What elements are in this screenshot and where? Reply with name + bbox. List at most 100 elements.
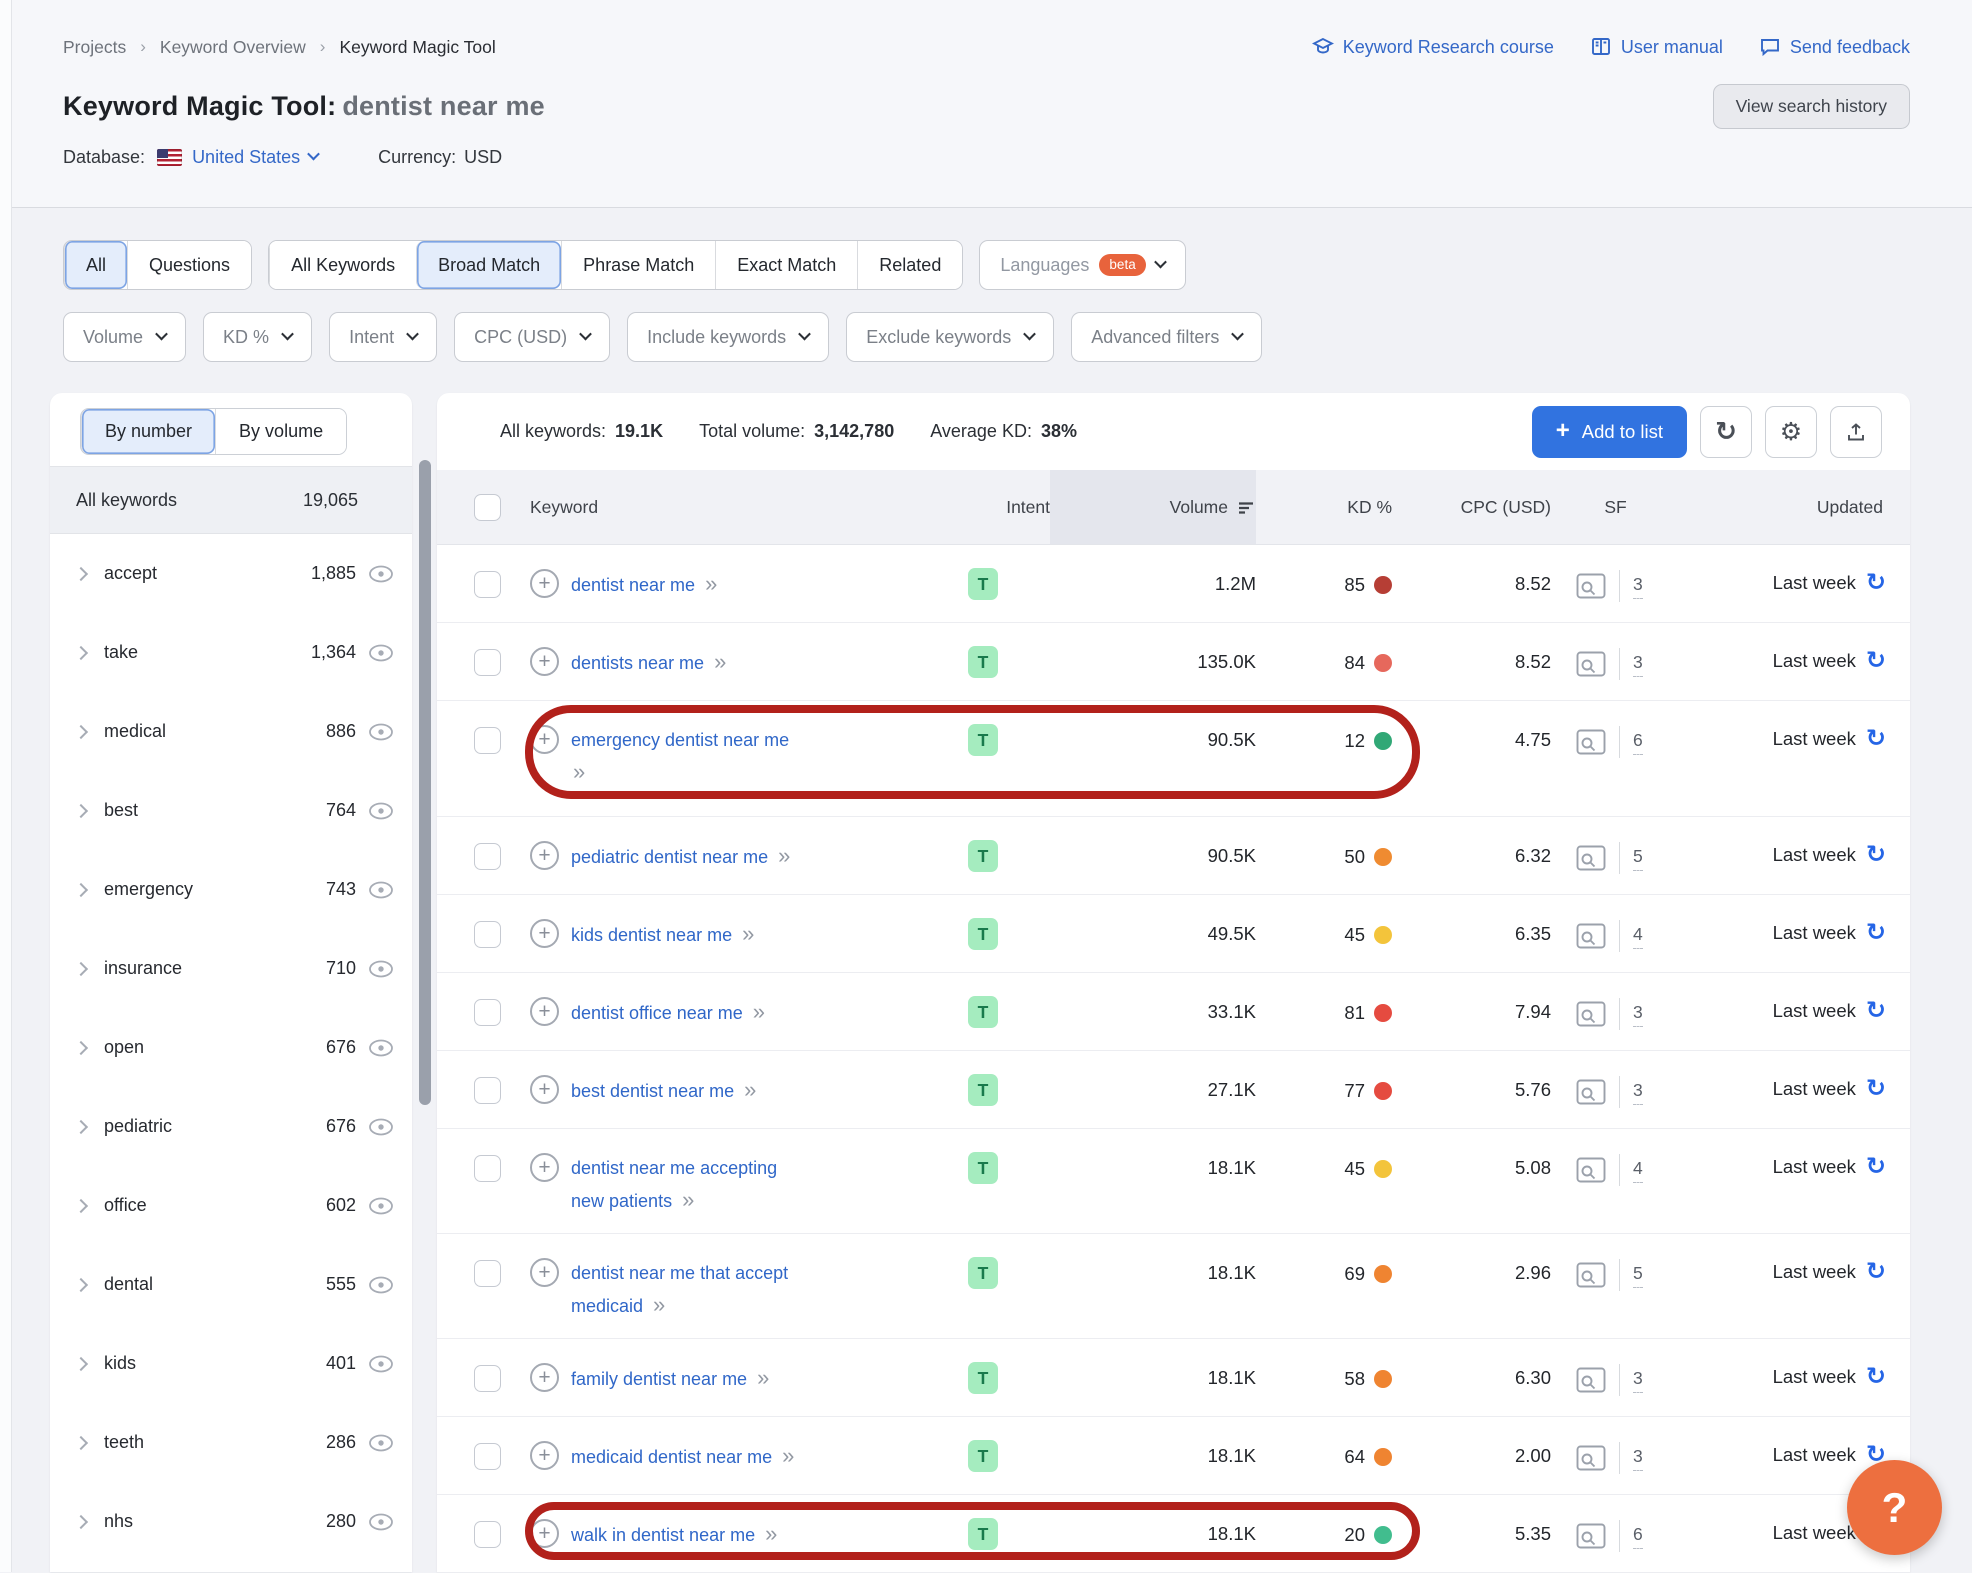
column-header-keyword[interactable]: Keyword [530, 497, 960, 518]
help-button[interactable]: ? [1847, 1460, 1942, 1555]
refresh-metrics-icon[interactable]: ↻ [1866, 1154, 1886, 1178]
keyword-group-item[interactable]: take 1,364 [50, 613, 412, 692]
sf-count[interactable]: 6 [1633, 1524, 1643, 1549]
expand-keyword-icon[interactable]: » [682, 1187, 694, 1212]
add-keyword-icon[interactable]: + [530, 1258, 559, 1287]
keyword-link[interactable]: medicaid dentist near me [571, 1447, 772, 1467]
add-keyword-icon[interactable]: + [530, 725, 559, 754]
row-checkbox[interactable] [474, 843, 501, 870]
serp-features-icon[interactable] [1576, 1262, 1606, 1288]
sf-count[interactable]: 5 [1633, 846, 1643, 871]
filter-dropdown[interactable]: Volume [63, 312, 187, 362]
eye-icon[interactable] [368, 1276, 394, 1294]
eye-icon[interactable] [368, 723, 394, 741]
sf-count[interactable]: 3 [1633, 652, 1643, 677]
refresh-metrics-icon[interactable]: ↻ [1866, 726, 1886, 750]
serp-features-icon[interactable] [1576, 923, 1606, 949]
row-checkbox[interactable] [474, 1365, 501, 1392]
send-feedback-link[interactable]: Send feedback [1759, 36, 1910, 58]
keyword-link[interactable]: emergency dentist near me [571, 730, 789, 750]
filter-dropdown[interactable]: Intent [329, 312, 438, 362]
expand-keyword-icon[interactable]: » [653, 1292, 665, 1317]
filter-dropdown[interactable]: CPC (USD) [454, 312, 611, 362]
serp-features-icon[interactable] [1576, 1523, 1606, 1549]
serp-features-icon[interactable] [1576, 1445, 1606, 1471]
question-filter-tab[interactable]: All [64, 241, 128, 289]
add-keyword-icon[interactable]: + [530, 1519, 559, 1548]
add-to-list-button[interactable]: + Add to list [1531, 405, 1687, 458]
keyword-link[interactable]: best dentist near me [571, 1081, 734, 1101]
sf-count[interactable]: 6 [1633, 730, 1643, 755]
sidebar-scrollbar[interactable] [419, 460, 431, 1105]
match-type-tab[interactable]: Exact Match [715, 241, 858, 289]
keyword-link[interactable]: kids dentist near me [571, 925, 732, 945]
row-checkbox[interactable] [474, 571, 501, 598]
serp-features-icon[interactable] [1576, 1157, 1606, 1183]
eye-icon[interactable] [368, 802, 394, 820]
keyword-link[interactable]: dentist near me [571, 575, 695, 595]
keyword-link[interactable]: pediatric dentist near me [571, 847, 768, 867]
keyword-group-item[interactable]: emergency 743 [50, 850, 412, 929]
view-search-history-button[interactable]: View search history [1712, 84, 1910, 129]
row-checkbox[interactable] [474, 1260, 501, 1287]
column-header-sf[interactable]: SF [1551, 497, 1680, 518]
eye-icon[interactable] [368, 881, 394, 899]
add-keyword-icon[interactable]: + [530, 1153, 559, 1182]
eye-icon[interactable] [368, 960, 394, 978]
keyword-group-item[interactable]: insurance 710 [50, 929, 412, 1008]
sf-count[interactable]: 5 [1633, 1263, 1643, 1288]
eye-icon[interactable] [368, 1355, 394, 1373]
keyword-group-item[interactable]: dental 555 [50, 1245, 412, 1324]
expand-keyword-icon[interactable]: » [573, 757, 789, 787]
refresh-metrics-icon[interactable]: ↻ [1866, 570, 1886, 594]
keyword-link[interactable]: dentist near me accepting new patients [571, 1158, 777, 1211]
expand-keyword-icon[interactable]: » [757, 1365, 769, 1390]
sidebar-sort-tab[interactable]: By volume [215, 409, 347, 454]
column-header-volume[interactable]: Volume [1050, 470, 1256, 544]
expand-keyword-icon[interactable]: » [705, 571, 717, 596]
user-manual-link[interactable]: User manual [1590, 36, 1723, 58]
serp-features-icon[interactable] [1576, 1001, 1606, 1027]
match-type-tab[interactable]: Phrase Match [561, 241, 716, 289]
row-checkbox[interactable] [474, 921, 501, 948]
sf-count[interactable]: 4 [1633, 924, 1643, 949]
row-checkbox[interactable] [474, 1077, 501, 1104]
expand-keyword-icon[interactable]: » [742, 921, 754, 946]
sidebar-sort-tab[interactable]: By number [81, 409, 216, 454]
serp-features-icon[interactable] [1576, 1367, 1606, 1393]
sf-count[interactable]: 3 [1633, 574, 1643, 599]
keyword-group-item[interactable]: best 764 [50, 771, 412, 850]
expand-keyword-icon[interactable]: » [744, 1077, 756, 1102]
breadcrumb-keyword-overview[interactable]: Keyword Overview [160, 37, 306, 58]
filter-dropdown[interactable]: Exclude keywords [846, 312, 1055, 362]
row-checkbox[interactable] [474, 999, 501, 1026]
row-checkbox[interactable] [474, 1443, 501, 1470]
sf-count[interactable]: 3 [1633, 1002, 1643, 1027]
eye-icon[interactable] [368, 1118, 394, 1136]
select-all-checkbox[interactable] [474, 493, 501, 521]
refresh-metrics-icon[interactable]: ↻ [1866, 842, 1886, 866]
column-header-updated[interactable]: Updated [1680, 497, 1910, 518]
keyword-link[interactable]: dentist office near me [571, 1003, 743, 1023]
serp-features-icon[interactable] [1576, 1079, 1606, 1105]
add-keyword-icon[interactable]: + [530, 919, 559, 948]
keyword-group-item[interactable]: teeth 286 [50, 1403, 412, 1482]
add-keyword-icon[interactable]: + [530, 841, 559, 870]
serp-features-icon[interactable] [1576, 651, 1606, 677]
refresh-metrics-icon[interactable]: ↻ [1866, 998, 1886, 1022]
column-header-intent[interactable]: Intent [960, 497, 1050, 518]
column-header-cpc[interactable]: CPC (USD) [1392, 497, 1551, 518]
eye-icon[interactable] [368, 1197, 394, 1215]
match-type-tab[interactable]: All Keywords [269, 241, 417, 289]
all-keywords-row[interactable]: All keywords 19,065 [50, 466, 412, 534]
keyword-group-item[interactable]: nhs 280 [50, 1482, 412, 1561]
breadcrumb-projects[interactable]: Projects [63, 37, 126, 58]
keyword-link[interactable]: dentists near me [571, 653, 704, 673]
keyword-group-item[interactable]: office 602 [50, 1166, 412, 1245]
refresh-button[interactable]: ↻ [1700, 405, 1752, 458]
sf-count[interactable]: 3 [1633, 1080, 1643, 1105]
serp-features-icon[interactable] [1576, 845, 1606, 871]
eye-icon[interactable] [368, 644, 394, 662]
refresh-metrics-icon[interactable]: ↻ [1866, 1364, 1886, 1388]
row-checkbox[interactable] [474, 1155, 501, 1182]
